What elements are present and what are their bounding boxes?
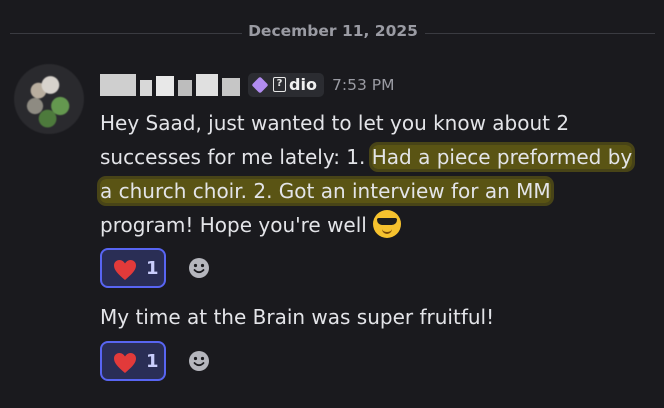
message-line: a church choir. 2. Got an interview for … xyxy=(100,174,660,208)
server-tag-text: dio xyxy=(289,75,317,94)
reaction-bar: 1 xyxy=(100,248,300,288)
date-divider: December 11, 2025 xyxy=(0,20,664,46)
message-line: successes for me lately: 1. Had a piece … xyxy=(100,140,660,174)
message-text: Hey Saad, just wanted to let you know ab… xyxy=(100,111,570,135)
add-reaction-icon[interactable] xyxy=(188,257,210,279)
username-redacted[interactable] xyxy=(100,74,250,96)
avatar[interactable] xyxy=(14,64,84,134)
unknown-glyph-icon: ? xyxy=(273,77,286,92)
divider-line-left xyxy=(10,33,242,34)
server-tag-gem-icon xyxy=(251,76,269,94)
sunglasses-emoji-icon xyxy=(373,210,402,238)
message-header: ? dio 7:53 PM xyxy=(100,70,640,100)
reaction-heart-button[interactable]: 1 xyxy=(100,341,166,381)
highlighted-text: a church choir. 2. Got an interview for … xyxy=(100,179,551,203)
add-reaction-icon[interactable] xyxy=(188,350,210,372)
heart-icon xyxy=(113,259,137,281)
highlighted-text: Had a piece preformed by xyxy=(371,145,633,169)
reaction-count: 1 xyxy=(146,351,159,372)
divider-line-right xyxy=(425,33,655,34)
message-content: Hey Saad, just wanted to let you know ab… xyxy=(100,106,660,242)
heart-icon xyxy=(113,352,137,374)
message-line: Hey Saad, just wanted to let you know ab… xyxy=(100,106,660,140)
message-text: successes for me lately: 1. xyxy=(100,145,372,169)
date-label: December 11, 2025 xyxy=(248,22,418,40)
server-tag[interactable]: ? dio xyxy=(248,73,324,97)
reaction-heart-button[interactable]: 1 xyxy=(100,248,166,288)
message-timestamp[interactable]: 7:53 PM xyxy=(332,76,394,94)
message-content-2: My time at the Brain was super fruitful! xyxy=(100,305,495,329)
reaction-bar: 1 xyxy=(100,341,300,381)
reaction-count: 1 xyxy=(146,258,159,279)
message-line: program! Hope you're well xyxy=(100,208,660,242)
message-text: program! Hope you're well xyxy=(100,213,374,237)
